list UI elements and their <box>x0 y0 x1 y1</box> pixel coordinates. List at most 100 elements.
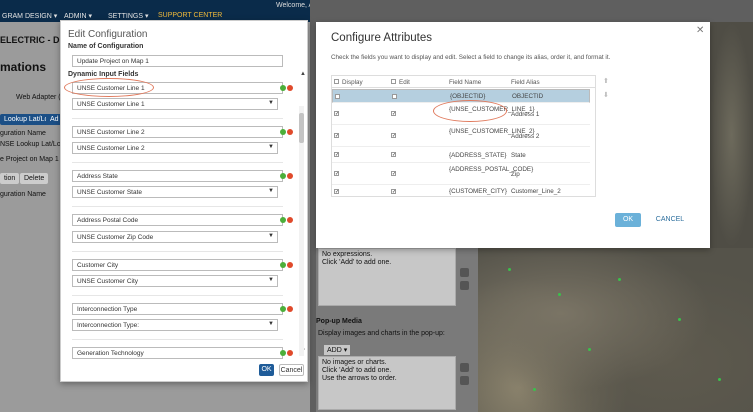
expressions-hint-text: Click 'Add' to add one. <box>322 259 392 266</box>
nav-item-support-center[interactable]: SUPPORT CENTER <box>158 12 222 19</box>
ok-button[interactable]: OK <box>259 364 274 376</box>
field-source-select[interactable]: Interconnection Type: ▼ <box>72 319 278 331</box>
cancel-button[interactable]: Cancel <box>279 364 304 376</box>
add-field-icon[interactable] <box>280 350 286 356</box>
web-adapter-label: Web Adapter ( <box>16 94 61 101</box>
nav-item-program-design[interactable]: GRAM DESIGN ▾ <box>2 12 57 20</box>
map-point <box>718 378 721 381</box>
chevron-down-icon: ▼ <box>268 233 274 239</box>
add-field-icon[interactable] <box>280 217 286 223</box>
display-checkbox[interactable]: ✓ <box>334 152 339 158</box>
add-field-icon[interactable] <box>280 129 286 135</box>
field-label-input[interactable]: Customer City <box>72 259 283 271</box>
map-point <box>678 318 681 321</box>
display-checkbox[interactable]: ✓ <box>334 189 339 195</box>
expressions-empty-text: No expressions. <box>322 251 373 258</box>
move-up-icon[interactable] <box>460 268 469 277</box>
field-label-input[interactable]: UNSE Customer Line 2 <box>72 126 283 138</box>
move-up-arrow-icon[interactable]: ⬆ <box>603 77 609 85</box>
remove-field-icon[interactable] <box>287 350 293 356</box>
media-empty-text: No images or charts. <box>322 359 387 366</box>
scroll-up-arrow-icon[interactable]: ▲ <box>300 71 306 77</box>
field-alias: Zip <box>511 171 520 178</box>
edit-checkbox[interactable]: ✓ <box>391 133 396 139</box>
scrollbar-track[interactable] <box>299 106 304 356</box>
close-icon[interactable]: ✕ <box>696 25 704 36</box>
field-source-select[interactable]: UNSE Customer State ▼ <box>72 186 278 198</box>
edit-checkbox[interactable] <box>392 94 397 99</box>
edit-checkbox[interactable]: ✓ <box>391 189 396 195</box>
map-view[interactable] <box>478 248 753 412</box>
field-label-input[interactable]: Address State <box>72 170 283 182</box>
popup-media-heading: Pop-up Media <box>316 318 362 325</box>
remove-field-icon[interactable] <box>287 129 293 135</box>
divider <box>72 118 283 119</box>
divider <box>72 295 283 296</box>
chevron-down-icon: ▼ <box>268 188 274 194</box>
divider <box>72 206 283 207</box>
highlight-annotation <box>64 78 154 97</box>
select-value: UNSE Customer Zip Code <box>77 234 154 241</box>
edit-all-checkbox[interactable] <box>391 79 396 84</box>
edit-checkbox[interactable]: ✓ <box>391 171 396 177</box>
display-checkbox[interactable]: ✓ <box>334 111 339 117</box>
table-row[interactable]: ✓ ✓ {UNSE_CUSTOMER_LINE_2} Address 2 <box>332 126 590 147</box>
add-field-icon[interactable] <box>280 85 286 91</box>
edit-checkbox[interactable]: ✓ <box>391 111 396 117</box>
remove-field-icon[interactable] <box>287 306 293 312</box>
edit-checkbox[interactable]: ✓ <box>391 152 396 158</box>
remove-field-icon[interactable] <box>287 85 293 91</box>
remove-field-icon[interactable] <box>287 173 293 179</box>
add-field-icon[interactable] <box>280 262 286 268</box>
media-hint-text: Click 'Add' to add one. <box>322 367 392 374</box>
list-item[interactable]: e Project on Map 1 <box>0 156 59 163</box>
scrollbar-thumb[interactable] <box>299 113 304 143</box>
field-source-select[interactable]: UNSE Customer Line 1 ▼ <box>72 98 278 110</box>
map-point <box>533 388 536 391</box>
remove-field-icon[interactable] <box>287 262 293 268</box>
field-label-input[interactable]: Address Postal Code <box>72 214 283 226</box>
add-media-button[interactable]: ADD ▾ <box>324 345 351 355</box>
select-value: UNSE Customer State <box>77 189 143 196</box>
media-move-up-icon[interactable] <box>460 363 469 372</box>
welcome-text: Welcome, A <box>276 2 314 9</box>
add-field-icon[interactable] <box>280 173 286 179</box>
display-checkbox[interactable]: ✓ <box>334 133 339 139</box>
display-column-header: Display <box>342 79 363 86</box>
display-checkbox[interactable] <box>335 94 340 99</box>
remove-field-icon[interactable] <box>287 217 293 223</box>
ok-button[interactable]: OK <box>615 213 641 227</box>
map-point <box>558 293 561 296</box>
cancel-button[interactable]: CANCEL <box>653 213 687 227</box>
field-name: {ADDRESS_POSTAL_CODE} <box>449 166 534 173</box>
select-value: UNSE Customer Line 2 <box>77 145 145 152</box>
media-move-down-icon[interactable] <box>460 376 469 385</box>
table-row[interactable]: ✓ ✓ {CUSTOMER_CITY} Customer_Line_2 <box>332 186 590 196</box>
field-alias: Customer_Line_2 <box>511 188 561 195</box>
field-source-select[interactable]: UNSE Customer City ▼ <box>72 275 278 287</box>
field-label-input[interactable]: Generation Technology <box>72 347 283 359</box>
map-point <box>618 278 621 281</box>
table-row[interactable]: ✓ ✓ {ADDRESS_STATE} State <box>332 148 590 163</box>
nav-item-admin[interactable]: ADMIN ▾ <box>64 12 92 20</box>
display-checkbox[interactable]: ✓ <box>334 171 339 177</box>
field-source-select[interactable]: UNSE Customer Zip Code ▼ <box>72 231 278 243</box>
configuration-name-input[interactable]: Update Project on Map 1 <box>72 55 283 67</box>
delete-button[interactable]: Delete <box>20 173 49 184</box>
field-source-select[interactable]: UNSE Customer Line 2 ▼ <box>72 142 278 154</box>
field-alias: State <box>511 152 526 159</box>
chevron-down-icon: ▼ <box>268 100 274 106</box>
move-down-arrow-icon[interactable]: ⬇ <box>603 91 609 99</box>
display-all-checkbox[interactable] <box>334 79 339 84</box>
section-title: mations <box>0 60 47 74</box>
nav-item-settings[interactable]: SETTINGS ▾ <box>108 12 148 20</box>
field-label-input[interactable]: Interconnection Type <box>72 303 283 315</box>
configuration-name-header: guration Name <box>0 130 46 137</box>
action-button[interactable]: tion <box>0 173 20 184</box>
select-value: Interconnection Type: <box>77 322 140 329</box>
move-down-icon[interactable] <box>460 281 469 290</box>
table-row[interactable]: ✓ ✓ {ADDRESS_POSTAL_CODE} Zip <box>332 164 590 185</box>
add-field-icon[interactable] <box>280 306 286 312</box>
top-navigation-bar: GRAM DESIGN ▾ ADMIN ▾ SETTINGS ▾ SUPPORT… <box>0 0 314 22</box>
field-name-column-header: Field Name <box>449 79 482 86</box>
